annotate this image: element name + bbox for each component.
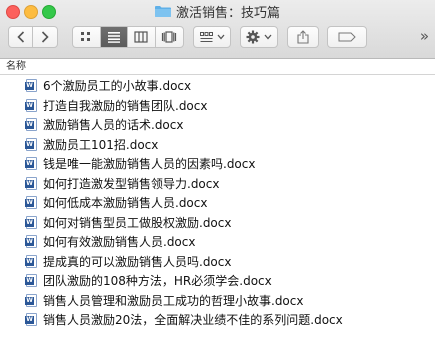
- finder-window: 激活销售：技巧篇 » 名称 W 6个激励员工的小故事.docx W 打造自我激励…: [0, 0, 435, 341]
- toolbar-overflow-button[interactable]: »: [420, 27, 429, 45]
- file-name: 打造自我激励的销售团队.docx: [43, 98, 208, 113]
- file-name: 如何低成本激励销售人员.docx: [43, 196, 208, 211]
- share-icon: [297, 30, 309, 44]
- list-view-button[interactable]: [100, 27, 128, 47]
- gear-icon: [246, 30, 260, 44]
- word-document-icon: [25, 118, 37, 132]
- file-row[interactable]: 如何低成本激励销售人员.docx: [0, 193, 435, 213]
- file-row[interactable]: 销售人员管理和激励员工成功的哲理小故事.docx: [0, 291, 435, 311]
- file-row[interactable]: 提成真的可以激励销售人员吗.docx: [0, 252, 435, 272]
- file-row[interactable]: 销售人员激励20法，全面解决业绩不佳的系列问题.docx: [0, 310, 435, 330]
- word-document-icon: [25, 176, 37, 190]
- word-document-icon: [25, 98, 37, 112]
- word-document-icon: [25, 235, 37, 249]
- file-name: 如何对销售型员工做股权激励.docx: [43, 215, 232, 230]
- view-mode-control: [72, 26, 184, 48]
- cover-flow-icon: [162, 31, 177, 43]
- tags-button[interactable]: [327, 26, 367, 48]
- navigation-buttons: [8, 26, 58, 48]
- cover-flow-button[interactable]: [156, 27, 183, 47]
- word-document-icon: [25, 274, 37, 288]
- file-name: 销售人员激励20法，全面解决业绩不佳的系列问题.docx: [43, 313, 343, 328]
- arrange-button[interactable]: [193, 26, 231, 48]
- tag-icon: [338, 32, 356, 42]
- file-row[interactable]: 打造自我激励的销售团队.docx: [0, 96, 435, 116]
- file-row[interactable]: 激励员工101招.docx: [0, 135, 435, 155]
- forward-button[interactable]: [33, 27, 57, 47]
- chevron-right-icon: [41, 31, 49, 43]
- word-document-icon: [25, 313, 37, 327]
- back-button[interactable]: [9, 27, 34, 47]
- word-document-icon: [25, 79, 37, 93]
- chevron-left-icon: [16, 31, 24, 43]
- word-document-icon: [25, 137, 37, 151]
- file-row[interactable]: 如何有效激励销售人员.docx: [0, 232, 435, 252]
- word-document-icon: [25, 157, 37, 171]
- file-name: 钱是唯一能激励销售人员的因素吗.docx: [43, 157, 256, 172]
- list-view-icon: [107, 32, 120, 43]
- file-row[interactable]: 激励销售人员的话术.docx: [0, 115, 435, 135]
- file-row[interactable]: 钱是唯一能激励销售人员的因素吗.docx: [0, 154, 435, 174]
- arrange-icon: [199, 31, 213, 42]
- column-view-button[interactable]: [128, 27, 156, 47]
- file-row[interactable]: 如何打造激发型销售领导力.docx: [0, 174, 435, 194]
- window-title: 激活销售：技巧篇: [0, 2, 435, 21]
- column-header-name[interactable]: 名称: [0, 59, 435, 75]
- file-row[interactable]: 团队激励的108种方法，HR必须学会.docx: [0, 271, 435, 291]
- chevron-down-icon: [217, 34, 224, 40]
- file-name: 提成真的可以激励销售人员吗.docx: [43, 254, 232, 269]
- file-row[interactable]: 如何对销售型员工做股权激励.docx: [0, 213, 435, 233]
- file-name: 激励员工101招.docx: [43, 137, 159, 152]
- word-document-icon: [25, 293, 37, 307]
- icon-view-button[interactable]: [73, 27, 101, 47]
- word-document-icon: [25, 254, 37, 268]
- file-list: 6个激励员工的小故事.docx 打造自我激励的销售团队.docx 激励销售人员的话术…: [0, 76, 435, 330]
- file-name: 销售人员管理和激励员工成功的哲理小故事.docx: [43, 293, 304, 308]
- share-button[interactable]: [287, 26, 319, 48]
- file-name: 如何打造激发型销售领导力.docx: [43, 176, 220, 191]
- column-view-icon: [134, 31, 148, 43]
- file-name: 团队激励的108种方法，HR必须学会.docx: [43, 274, 272, 289]
- window-title-text: 激活销售：技巧篇: [175, 5, 280, 21]
- icon-view-icon: [81, 32, 91, 41]
- file-name: 激励销售人员的话术.docx: [43, 118, 184, 133]
- word-document-icon: [25, 215, 37, 229]
- window-toolbar: 激活销售：技巧篇 »: [0, 0, 435, 59]
- word-document-icon: [25, 196, 37, 210]
- file-name: 如何有效激励销售人员.docx: [43, 235, 196, 250]
- file-row[interactable]: 6个激励员工的小故事.docx: [0, 76, 435, 96]
- file-name: 6个激励员工的小故事.docx: [43, 79, 192, 94]
- chevron-down-icon: [264, 34, 272, 40]
- folder-icon: [154, 6, 171, 17]
- action-button[interactable]: [240, 26, 278, 48]
